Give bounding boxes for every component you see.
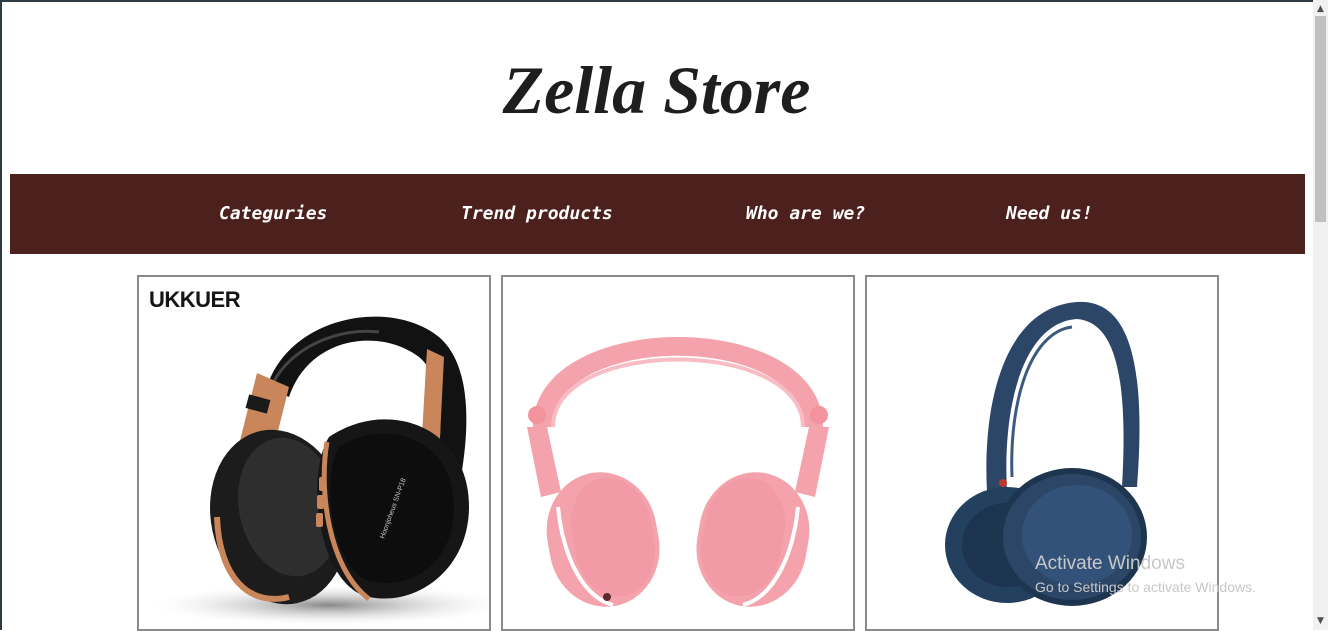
main-navbar: Categuries Trend products Who are we? Ne… (10, 174, 1305, 254)
scroll-thumb[interactable] (1315, 16, 1326, 222)
product-card-1[interactable]: UKKUER Hoonjoheus SN-P18 (137, 275, 491, 631)
windows-activation-watermark: Activate Windows Go to Settings to activ… (1035, 553, 1256, 597)
product-card-2[interactable] (501, 275, 855, 631)
window-top-border (0, 0, 1328, 2)
black-headphones-image: Hoonjoheus SN-P18 (154, 316, 489, 625)
site-title: Zella Store (502, 52, 811, 128)
vertical-scrollbar[interactable]: ▲ ▼ (1313, 0, 1328, 630)
brand-logo: UKKUER (149, 287, 241, 312)
nav-categories[interactable]: Categuries (219, 202, 327, 226)
nav-need-us[interactable]: Need us! (1006, 202, 1093, 226)
scroll-down-arrow-icon[interactable]: ▼ (1313, 614, 1328, 628)
watermark-subtitle: Go to Settings to activate Windows. (1035, 579, 1256, 595)
watermark-title: Activate Windows (1035, 553, 1185, 574)
nav-trend-products[interactable]: Trend products (461, 202, 613, 226)
nav-who-are-we[interactable]: Who are we? (746, 202, 865, 226)
scroll-up-arrow-icon[interactable]: ▲ (1313, 2, 1328, 16)
pink-headphones-image (527, 337, 829, 607)
